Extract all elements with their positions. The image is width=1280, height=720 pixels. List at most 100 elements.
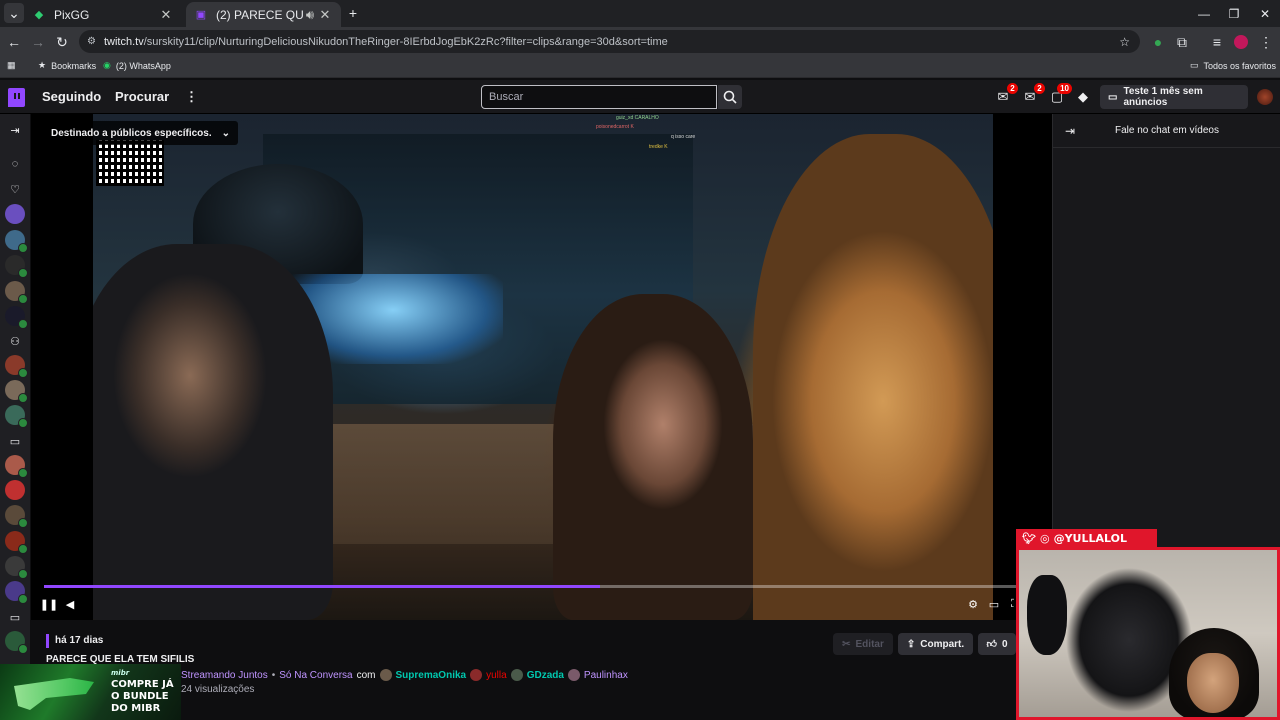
drops-button[interactable]: ✉ 2 (1021, 83, 1045, 106)
all-bookmarks-folder[interactable]: ▭ Todos os favoritos (1190, 60, 1276, 71)
like-button[interactable]: 👍︎ 0 (978, 633, 1016, 655)
overlay-chat-line: tredke K (649, 144, 668, 150)
user-avatar[interactable] (1256, 88, 1274, 106)
settings-button[interactable]: ⚙ (965, 596, 981, 612)
close-window-button[interactable]: ✕ (1248, 0, 1280, 27)
followed-channel-avatar[interactable] (5, 281, 28, 304)
recommended-channel-avatar[interactable] (5, 380, 28, 403)
videos-icon[interactable]: ▭ (7, 433, 23, 449)
prime-trial-button[interactable]: ▭ Teste 1 mês sem anúncios (1100, 85, 1248, 109)
bookmarks-bar: ▦ ★ Bookmarks ◉ (2) WhatsApp ▭ Todos os … (0, 56, 1280, 78)
tab-title: PixGG (54, 7, 90, 22)
inbox-button[interactable]: ✉ 2 (994, 83, 1018, 106)
url-input[interactable]: ⚙ twitch.tv/surskity11/clip/NurturingDel… (79, 30, 1140, 53)
twitch-logo-icon[interactable] (8, 88, 25, 107)
followed-heart-icon[interactable]: ♡ (7, 181, 23, 197)
bookmark-bookmarks[interactable]: ★ Bookmarks (38, 60, 96, 71)
new-tab-button[interactable]: + (343, 3, 363, 23)
recommended-channel-avatar[interactable] (5, 455, 28, 478)
tab-search-button[interactable]: ⌄ (4, 3, 24, 23)
restore-button[interactable]: ❐ (1217, 0, 1251, 27)
close-tab-icon[interactable]: ✕ (317, 7, 333, 23)
expand-sidebar-icon[interactable]: ⇥ (7, 122, 23, 138)
videos-icon[interactable]: ▭ (7, 609, 23, 625)
search-button[interactable] (718, 85, 742, 109)
participant-link[interactable]: SupremaOnika (396, 670, 467, 681)
participant-link[interactable]: GDzada (527, 670, 564, 681)
recommended-channel-avatar[interactable] (5, 405, 28, 428)
category-link[interactable]: Streamando Juntos (181, 670, 268, 681)
recommended-channel-avatar[interactable] (5, 556, 28, 579)
minimize-button[interactable]: — (1187, 0, 1221, 27)
apps-grid-icon[interactable]: ▦ (7, 60, 16, 71)
media-controls-icon[interactable]: ≡ (1207, 32, 1227, 52)
thumbs-up-icon: 👍︎ (986, 639, 997, 650)
site-info-icon[interactable]: ⚙ (87, 36, 96, 47)
extension-green-icon[interactable]: ● (1148, 32, 1168, 52)
notifications-button[interactable]: ▢ 10 (1048, 83, 1072, 106)
video-progress-bar[interactable] (44, 585, 1036, 588)
bookmark-star-icon[interactable]: ☆ (1119, 35, 1130, 49)
followed-channel-avatar[interactable] (5, 255, 28, 278)
reload-icon: ↻ (56, 33, 68, 50)
nav-following-link[interactable]: Seguindo (42, 89, 101, 104)
close-tab-icon[interactable]: ✕ (158, 7, 174, 23)
browser-menu-icon[interactable]: ⋮ (1256, 32, 1276, 52)
video-frame (93, 114, 993, 620)
separator: • (271, 669, 276, 681)
bookmark-label: (2) WhatsApp (115, 60, 171, 71)
bits-button[interactable]: ◆ (1074, 88, 1092, 106)
stream-title-link[interactable]: Só Na Conversa (279, 670, 352, 681)
progress-fill (44, 585, 600, 588)
volume-button[interactable]: ◀︎ (62, 596, 78, 612)
followed-channel-avatar[interactable] (5, 230, 28, 253)
edit-button[interactable]: ✂ Editar (833, 633, 893, 655)
video-player[interactable]: Destinado a públicos específicos. ⌄ guiz… (31, 114, 1052, 620)
url-path: /surskity11/clip/NurturingDeliciousNikud… (143, 35, 668, 48)
followed-channel-avatar[interactable] (5, 204, 25, 224)
reload-button[interactable]: ↻ (52, 32, 72, 52)
overlay-chat-line: q isso care (671, 134, 696, 140)
whatsapp-icon: ◉ (103, 60, 111, 70)
tab-twitch-clip[interactable]: ▣ (2) PARECE QUE ELA TEM SI 🔊︎ ✕ (186, 2, 341, 27)
restore-icon: ❐ (1228, 6, 1240, 21)
audience-warning-dropdown[interactable]: Destinado a públicos específicos. ⌄ (43, 121, 238, 145)
bookmark-whatsapp[interactable]: ◉ (2) WhatsApp (103, 60, 171, 71)
recommended-people-icon[interactable]: ⚇ (7, 333, 23, 349)
participant-link[interactable]: yulla (486, 670, 507, 681)
ad-line: O BUNDLE (111, 691, 169, 702)
back-button[interactable]: ← (4, 32, 24, 52)
extensions-puzzle-icon[interactable]: ⧉ (1172, 32, 1192, 52)
recommended-channel-avatar[interactable] (5, 531, 28, 554)
streamer-face (1187, 653, 1239, 713)
search-input[interactable]: Buscar (481, 85, 717, 109)
guitar-shape (1027, 575, 1067, 655)
recommended-channel-avatar[interactable] (5, 480, 25, 500)
participant-link[interactable]: Paulinhax (584, 670, 628, 681)
recommended-channel-avatar[interactable] (5, 505, 28, 528)
search-icon (723, 90, 737, 104)
pause-icon: ❚❚ (39, 598, 59, 611)
person-right (753, 134, 993, 620)
share-button[interactable]: ⇪ Compart. (898, 633, 973, 655)
drops-badge: 2 (1034, 83, 1045, 94)
recommended-channel-avatar[interactable] (5, 631, 28, 654)
pause-button[interactable]: ❚❚ (39, 596, 59, 612)
recommended-icon[interactable]: ◌ (7, 156, 23, 172)
speaker-icon[interactable]: 🔊︎ (303, 7, 317, 23)
theatre-mode-button[interactable]: ▭ (986, 596, 1002, 612)
tab-pixgg[interactable]: ◆ PixGG ✕ (24, 2, 182, 27)
drops-icon: ✉ (1024, 89, 1036, 104)
recommended-channel-avatar[interactable] (5, 355, 28, 378)
arrow-left-icon: ← (7, 34, 21, 50)
forward-button[interactable]: → (28, 32, 48, 52)
recommended-channel-avatar[interactable] (5, 581, 28, 604)
collapse-chat-icon[interactable]: ⇥ (1065, 124, 1075, 138)
qr-code-image (96, 140, 164, 186)
profile-avatar[interactable] (1231, 32, 1251, 52)
webcam-frame (1016, 547, 1280, 720)
followed-channel-avatar[interactable] (5, 306, 28, 329)
address-bar-row: ← → ↻ ⚙ twitch.tv/surskity11/clip/Nurtur… (0, 27, 1280, 56)
more-options-icon[interactable]: ⋮ (185, 89, 198, 105)
nav-browse-link[interactable]: Procurar (115, 89, 169, 104)
